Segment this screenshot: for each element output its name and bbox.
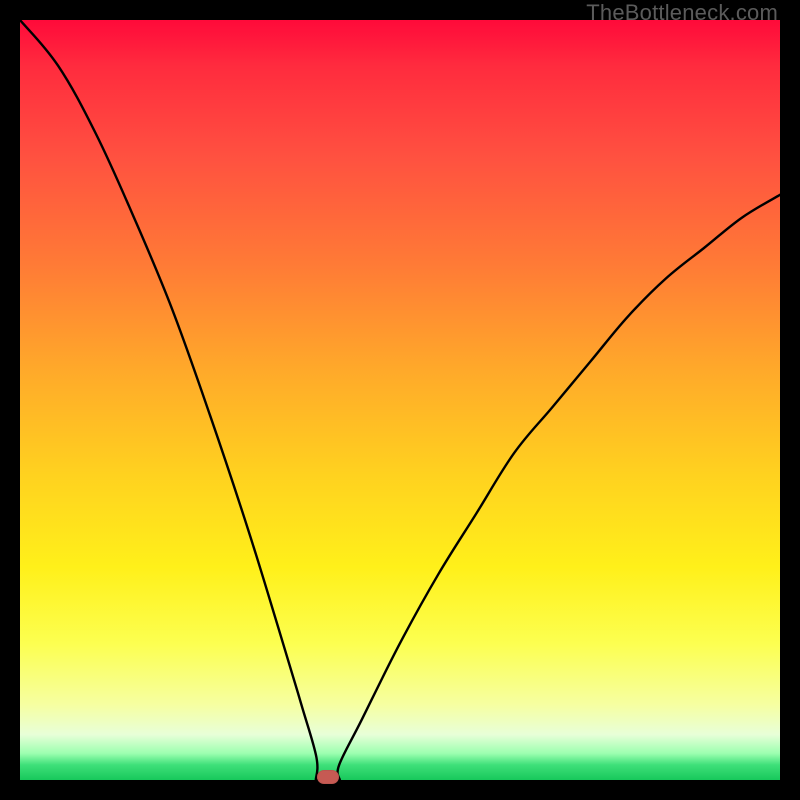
optimum-marker [317, 770, 339, 784]
plot-area [20, 20, 780, 780]
bottleneck-curve [20, 20, 780, 780]
chart-frame: TheBottleneck.com [0, 0, 800, 800]
